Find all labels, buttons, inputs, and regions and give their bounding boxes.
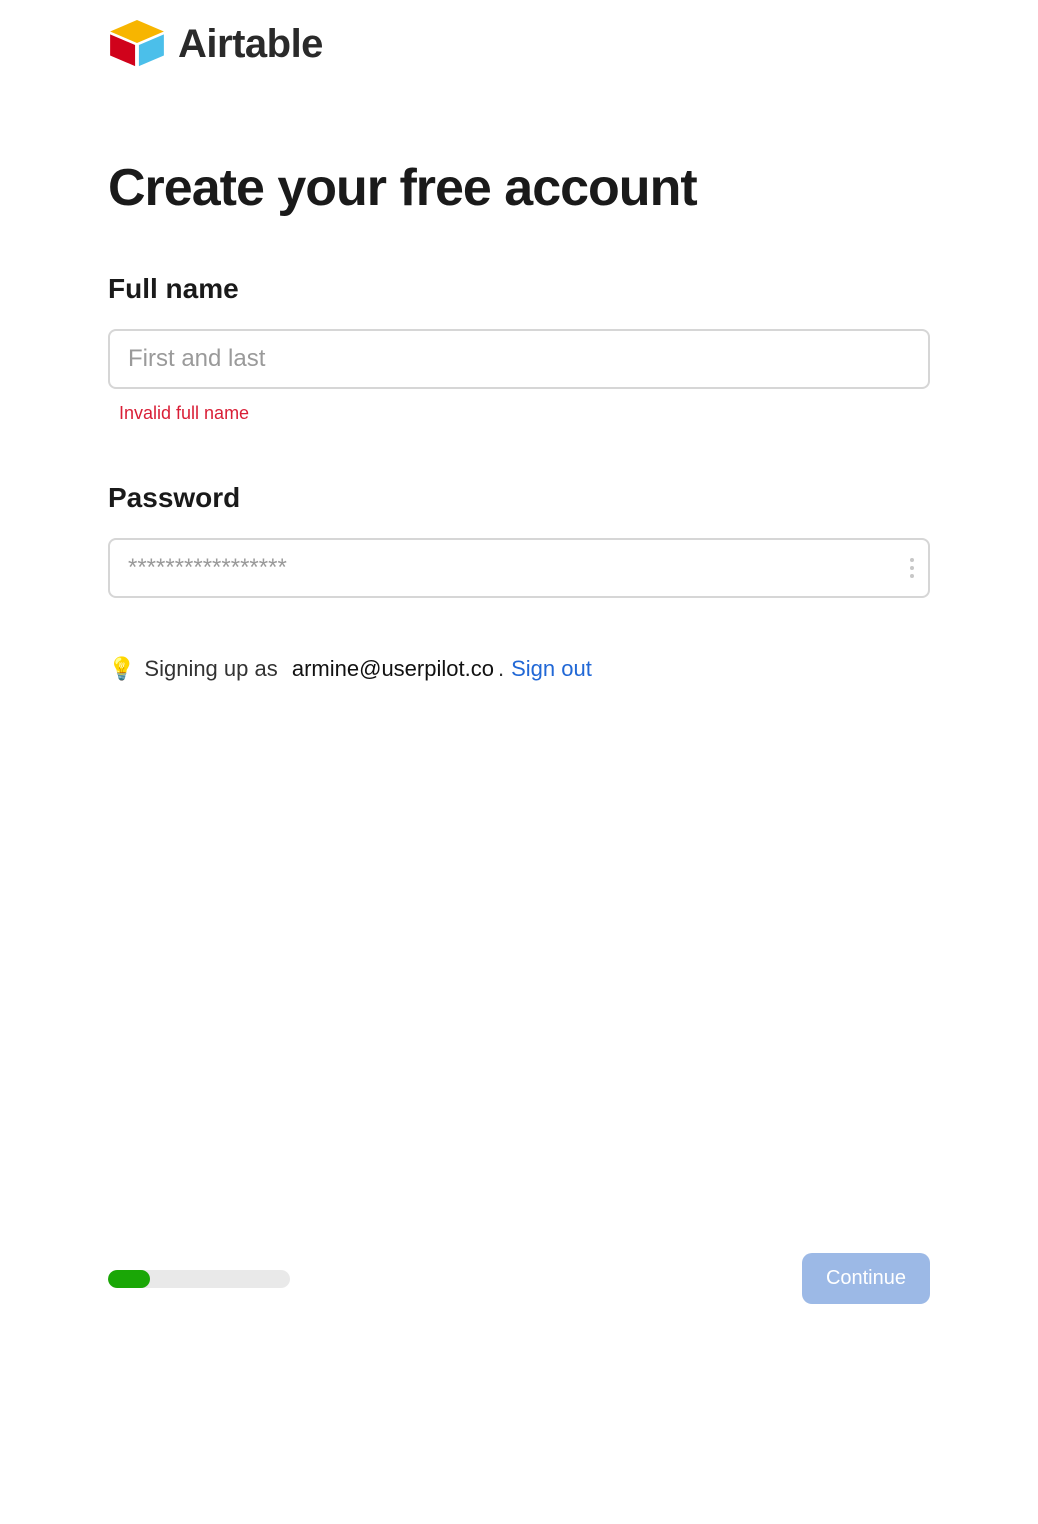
fullname-label: Full name [108,273,930,305]
password-manager-icon[interactable] [910,558,914,578]
continue-button[interactable]: Continue [802,1253,930,1304]
fullname-error: Invalid full name [119,403,930,424]
signup-info-row: 💡 Signing up as armine@userpilot.co. Sig… [108,656,930,682]
password-label: Password [108,482,930,514]
progress-fill [108,1270,150,1288]
page-title: Create your free account [108,158,930,218]
footer-bar: Continue [108,1253,930,1304]
signup-email: armine@userpilot.co [292,656,494,682]
logo-container: Airtable [108,20,930,68]
signup-prefix: Signing up as [144,656,277,682]
progress-bar [108,1270,290,1288]
password-field-group: Password [108,482,930,598]
airtable-logo-icon [108,20,166,68]
signup-suffix: . [498,656,504,682]
brand-name: Airtable [178,22,323,67]
password-input[interactable] [108,538,930,598]
signout-link[interactable]: Sign out [511,656,592,682]
fullname-field-group: Full name Invalid full name [108,273,930,424]
lightbulb-icon: 💡 [108,656,135,682]
fullname-input[interactable] [108,329,930,389]
